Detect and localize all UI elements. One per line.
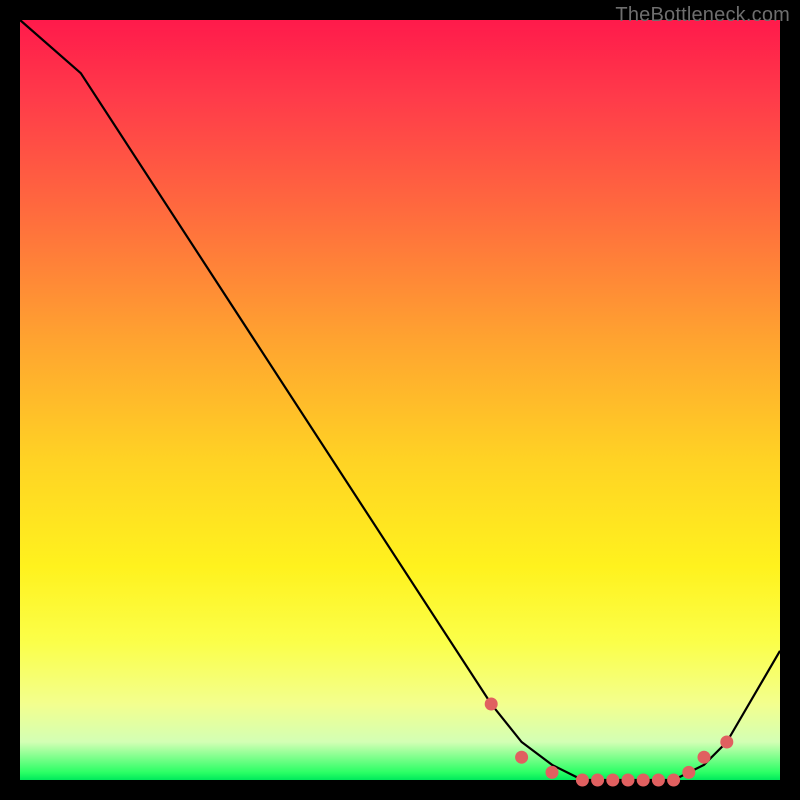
- marker-dot: [606, 774, 619, 787]
- watermark-text: TheBottleneck.com: [615, 4, 790, 27]
- marker-dot: [667, 774, 680, 787]
- marker-dot: [720, 736, 733, 749]
- chart-frame: TheBottleneck.com: [0, 0, 800, 800]
- marker-dot: [682, 766, 695, 779]
- marker-dot: [652, 774, 665, 787]
- marker-dot: [622, 774, 635, 787]
- marker-dot: [591, 774, 604, 787]
- marker-dot: [576, 774, 589, 787]
- marker-dot: [485, 698, 498, 711]
- plot-area: [20, 20, 780, 780]
- marker-dot: [515, 751, 528, 764]
- marker-dot: [637, 774, 650, 787]
- curve-line: [20, 20, 780, 780]
- marker-dot: [698, 751, 711, 764]
- marker-dot: [546, 766, 559, 779]
- chart-svg: [20, 20, 780, 780]
